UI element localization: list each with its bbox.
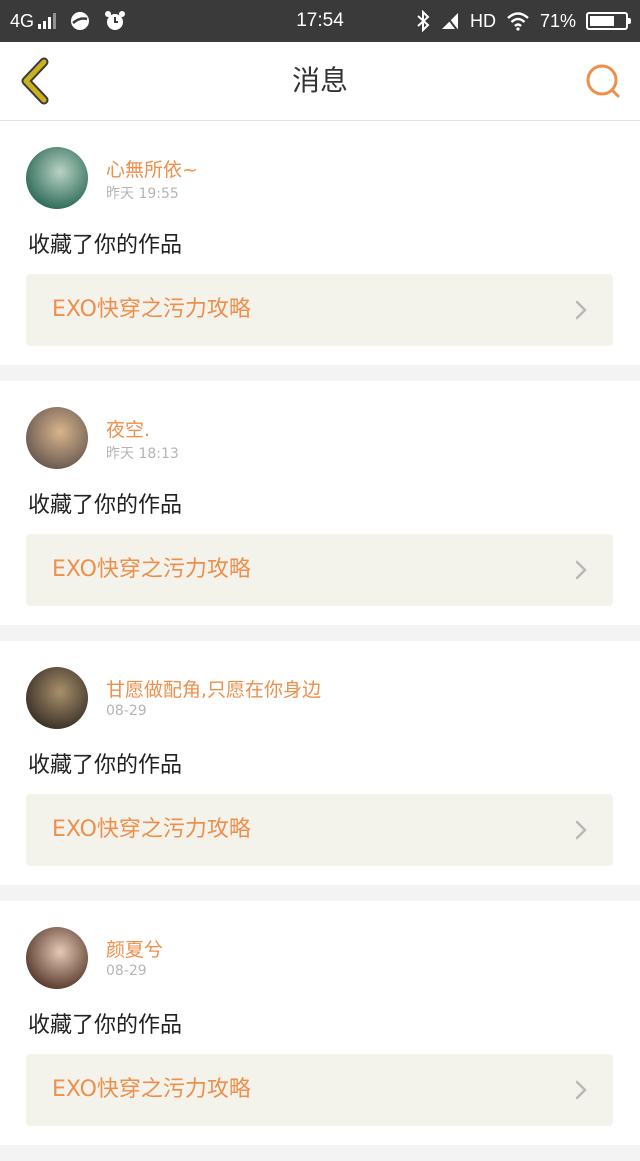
action-text: 收藏了你的作品 xyxy=(28,753,183,778)
timestamp: 08-29 xyxy=(106,963,147,979)
chevron-right-icon xyxy=(575,820,587,840)
username[interactable]: 夜空. xyxy=(106,415,150,442)
avatar[interactable] xyxy=(26,407,88,469)
work-title: EXO快穿之污力攻略 xyxy=(52,817,251,842)
work-title: EXO快穿之污力攻略 xyxy=(52,297,251,322)
battery-icon xyxy=(586,12,631,30)
chevron-right-icon xyxy=(575,300,587,320)
username[interactable]: 颜夏兮 xyxy=(106,935,163,962)
action-text: 收藏了你的作品 xyxy=(28,1013,183,1038)
work-link[interactable]: EXO快穿之污力攻略 xyxy=(26,794,613,866)
battery-percent: 71% xyxy=(539,10,576,31)
username[interactable]: 甘愿做配角,只愿在你身边 xyxy=(106,675,321,702)
hd-indicator: HD xyxy=(469,10,496,31)
muted-signal-icon xyxy=(441,12,458,31)
chevron-right-icon xyxy=(575,1080,587,1100)
avatar[interactable] xyxy=(26,147,88,209)
bluetooth-icon xyxy=(417,10,430,32)
work-title: EXO快穿之污力攻略 xyxy=(52,1077,251,1102)
avatar[interactable] xyxy=(26,927,88,989)
work-title: EXO快穿之污力攻略 xyxy=(52,557,251,582)
chevron-right-icon xyxy=(575,560,587,580)
work-link[interactable]: EXO快穿之污力攻略 xyxy=(26,1054,613,1126)
username[interactable]: 心無所依~ xyxy=(106,155,198,182)
status-bar: 4G 17:54 HD 71% xyxy=(0,0,640,42)
avatar[interactable] xyxy=(26,667,88,729)
nav-header: 消息 xyxy=(0,42,640,121)
timestamp: 08-29 xyxy=(106,703,147,719)
message-card: 甘愿做配角,只愿在你身边 08-29 收藏了你的作品 EXO快穿之污力攻略 xyxy=(0,641,640,885)
work-link[interactable]: EXO快穿之污力攻略 xyxy=(26,274,613,346)
search-icon xyxy=(586,64,620,98)
action-text: 收藏了你的作品 xyxy=(28,233,183,258)
message-card: 颜夏兮 08-29 收藏了你的作品 EXO快穿之污力攻略 xyxy=(0,901,640,1145)
message-card: 夜空. 昨天 18:13 收藏了你的作品 EXO快穿之污力攻略 xyxy=(0,381,640,625)
timestamp: 昨天 18:13 xyxy=(106,446,179,462)
search-button[interactable] xyxy=(582,60,626,104)
page-title: 消息 xyxy=(291,64,348,97)
action-text: 收藏了你的作品 xyxy=(28,493,183,518)
message-card: 心無所依~ 昨天 19:55 收藏了你的作品 EXO快穿之污力攻略 xyxy=(0,121,640,365)
work-link[interactable]: EXO快穿之污力攻略 xyxy=(26,534,613,606)
wifi-icon xyxy=(507,12,529,31)
timestamp: 昨天 19:55 xyxy=(106,186,179,202)
message-list: 心無所依~ 昨天 19:55 收藏了你的作品 EXO快穿之污力攻略 夜空. 昨天… xyxy=(0,121,640,1161)
battery-level xyxy=(590,16,614,26)
